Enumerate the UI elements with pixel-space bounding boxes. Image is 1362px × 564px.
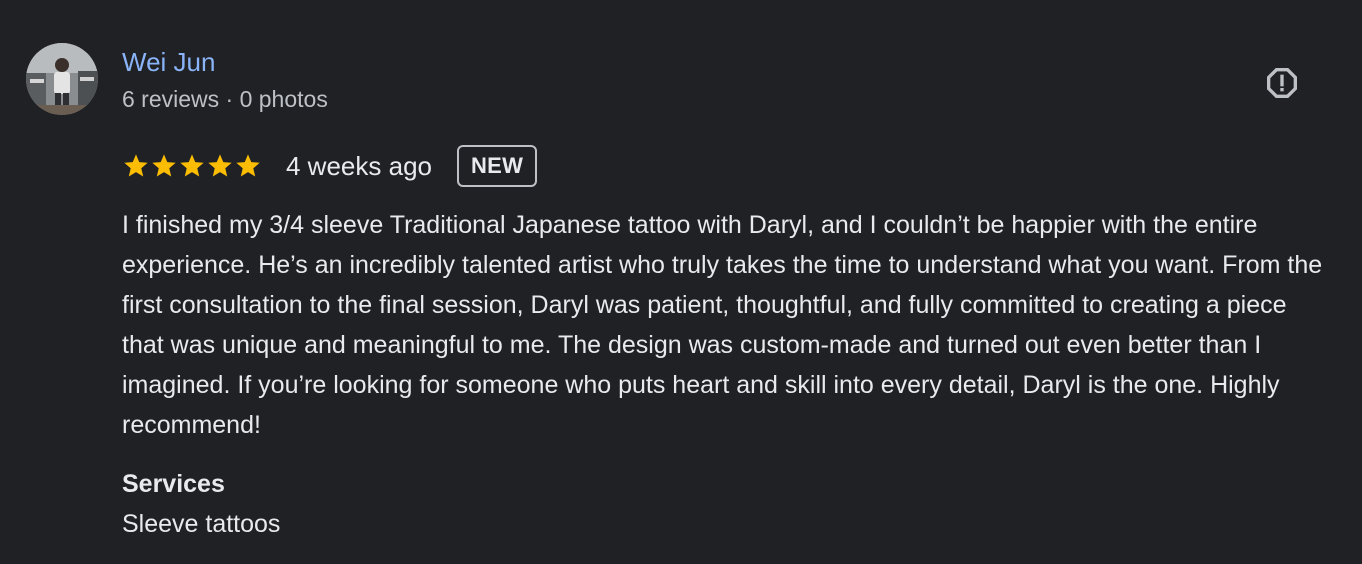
star-icon xyxy=(236,154,260,177)
avatar-photo xyxy=(26,43,98,115)
star-icon xyxy=(180,154,204,177)
star-icon xyxy=(124,154,148,177)
report-flag-icon xyxy=(1267,68,1297,98)
new-badge: NEW xyxy=(456,145,538,187)
rating-row: 4 weeks ago NEW xyxy=(122,143,538,189)
services-value: Sleeve tattoos xyxy=(122,510,281,538)
report-review-button[interactable] xyxy=(1259,60,1305,106)
review-date: 4 weeks ago xyxy=(286,150,432,181)
star-icon xyxy=(208,154,232,177)
reviewer-name[interactable]: Wei Jun xyxy=(122,46,215,78)
reviewer-meta[interactable]: 6 reviews · 0 photos xyxy=(122,86,328,112)
star-rating xyxy=(122,152,262,180)
review-card: Wei Jun 6 reviews · 0 photos 4 weeks ago… xyxy=(0,0,1362,564)
star-icon xyxy=(152,154,176,177)
services-title: Services xyxy=(122,470,225,498)
review-text: I finished my 3/4 sleeve Traditional Jap… xyxy=(122,211,1323,439)
reviewer-avatar[interactable] xyxy=(26,43,98,115)
